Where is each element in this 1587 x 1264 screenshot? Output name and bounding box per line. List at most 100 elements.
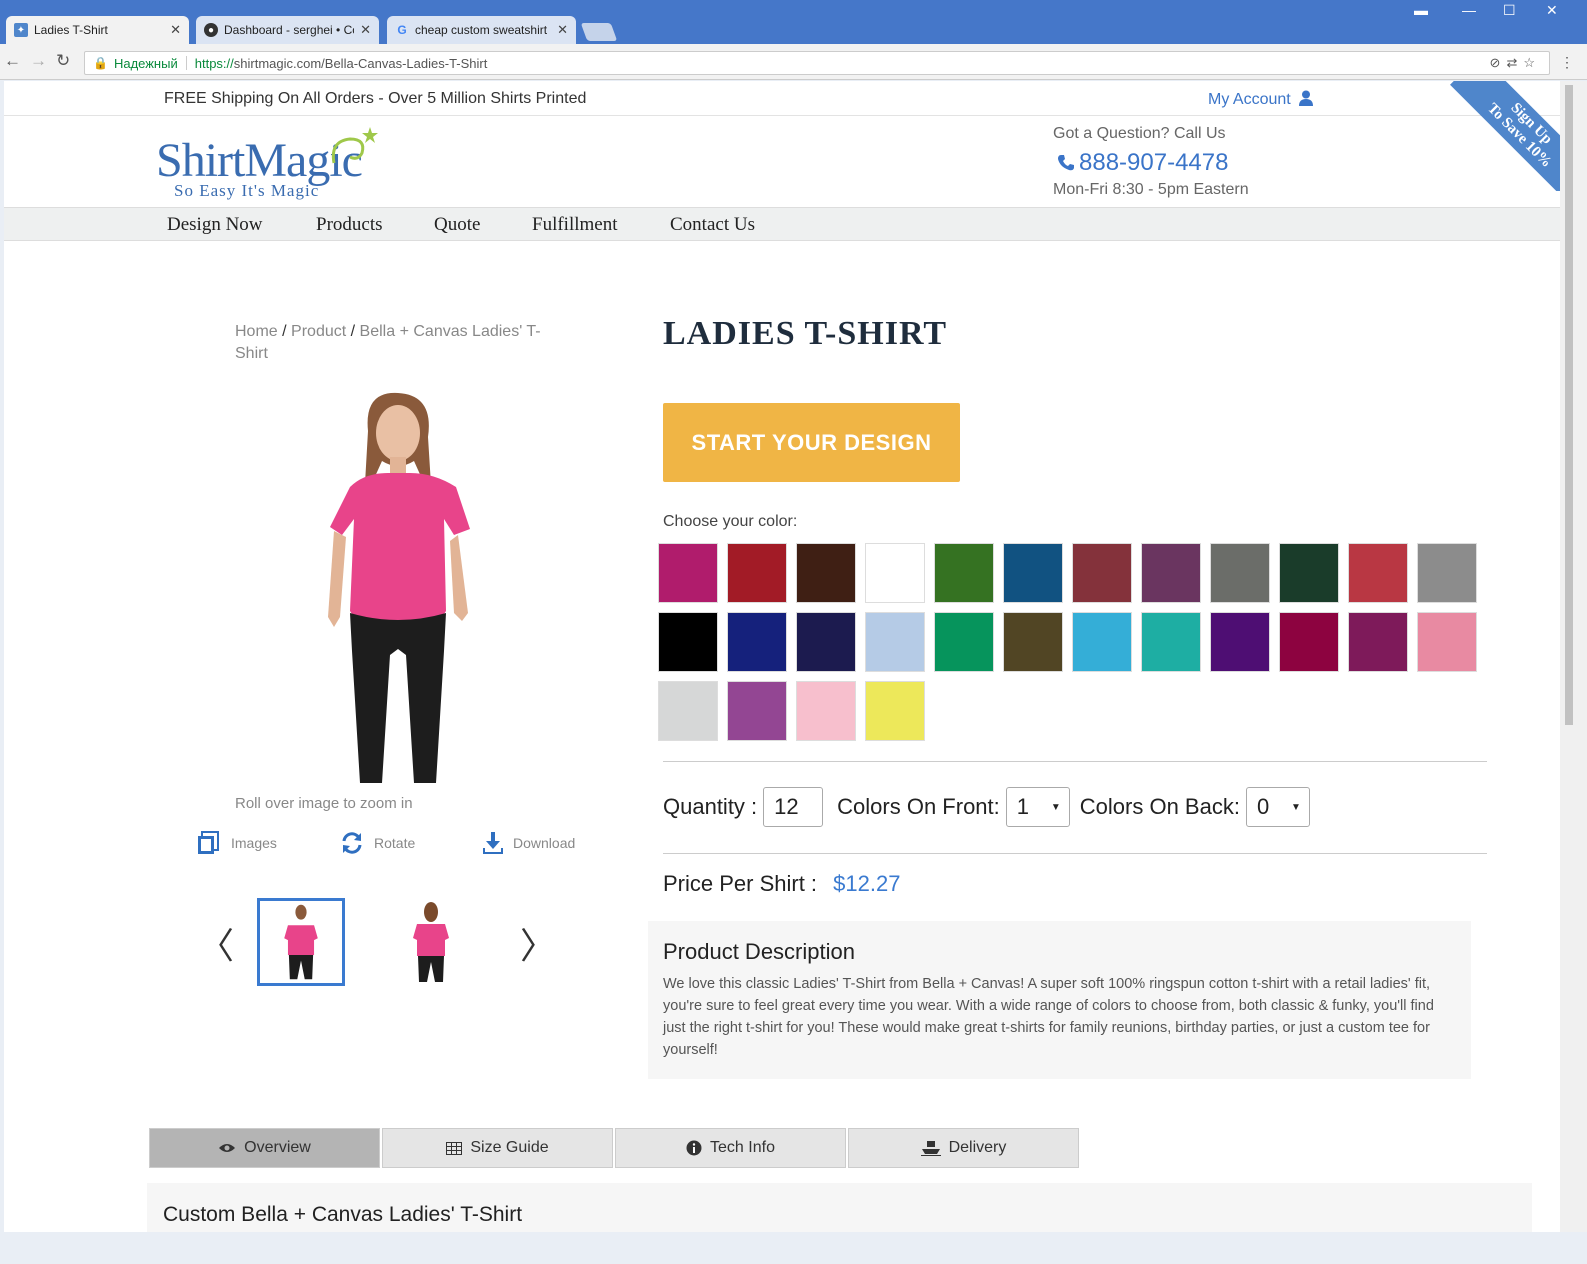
- close-tab-icon[interactable]: ✕: [557, 22, 568, 38]
- thumbnail-next-arrow[interactable]: 〉: [520, 917, 556, 969]
- color-swatch[interactable]: [1417, 543, 1477, 603]
- color-swatch[interactable]: [934, 612, 994, 672]
- signup-ribbon[interactable]: Sign Up To Save 10%: [1450, 81, 1560, 191]
- color-swatch[interactable]: [1348, 543, 1408, 603]
- breadcrumb-home[interactable]: Home: [235, 323, 278, 340]
- browser-tab-dashboard[interactable]: ● Dashboard - serghei • Co ✕: [196, 16, 379, 44]
- minimize-icon[interactable]: —: [1462, 2, 1476, 18]
- thumbnail-front[interactable]: [257, 898, 345, 986]
- breadcrumb-separator: /: [282, 323, 287, 340]
- color-swatch[interactable]: [796, 612, 856, 672]
- thumbnail-prev-arrow[interactable]: 〈: [198, 917, 234, 969]
- tab-size-guide[interactable]: Size Guide: [382, 1128, 613, 1168]
- color-swatch[interactable]: [1141, 612, 1201, 672]
- tab-overview-label: Overview: [244, 1139, 311, 1156]
- hours-text: Mon-Fri 8:30 - 5pm Eastern: [1053, 181, 1249, 198]
- back-arrow-icon[interactable]: ←: [4, 51, 21, 71]
- color-swatch[interactable]: [727, 543, 787, 603]
- top-strip: FREE Shipping On All Orders - Over 5 Mil…: [4, 81, 1560, 116]
- color-swatch[interactable]: [727, 681, 787, 741]
- images-icon: [198, 831, 219, 854]
- color-swatch[interactable]: [1072, 543, 1132, 603]
- color-swatch[interactable]: [727, 612, 787, 672]
- phone-number: 888-907-4478: [1079, 149, 1229, 176]
- dropdown-caret-icon: ▼: [1050, 801, 1061, 813]
- forward-arrow-icon[interactable]: →: [30, 51, 47, 71]
- nav-fulfillment[interactable]: Fulfillment: [532, 214, 618, 236]
- browser-titlebar: ✦ Ladies T-Shirt ✕ ● Dashboard - serghei…: [0, 0, 1587, 44]
- tab-overview[interactable]: Overview: [149, 1128, 380, 1168]
- maximize-icon[interactable]: ☐: [1503, 2, 1516, 19]
- color-swatch[interactable]: [1210, 612, 1270, 672]
- color-swatch[interactable]: [1003, 543, 1063, 603]
- color-swatch[interactable]: [934, 543, 994, 603]
- color-swatch[interactable]: [658, 612, 718, 672]
- color-swatch[interactable]: [796, 681, 856, 741]
- tab-tech-info[interactable]: Tech Info: [615, 1128, 846, 1168]
- signup-ribbon-band: Sign Up To Save 10%: [1450, 81, 1560, 191]
- color-swatch[interactable]: [1279, 612, 1339, 672]
- color-swatch[interactable]: [1141, 543, 1201, 603]
- color-swatch[interactable]: [1072, 612, 1132, 672]
- nav-design-now[interactable]: Design Now: [167, 214, 263, 236]
- images-tool[interactable]: Images: [197, 831, 277, 855]
- color-swatch[interactable]: [1210, 543, 1270, 603]
- color-swatch[interactable]: [1279, 543, 1339, 603]
- address-bar-icons[interactable]: ⊘⇄☆: [1490, 55, 1541, 71]
- browser-menu-icon[interactable]: ⋮: [1560, 54, 1574, 71]
- tab-size-guide-label: Size Guide: [470, 1139, 549, 1156]
- webpage: FREE Shipping On All Orders - Over 5 Mil…: [4, 81, 1560, 1232]
- page-scrollbar[interactable]: [1560, 81, 1587, 1232]
- colors-front-value: 1: [1016, 794, 1030, 819]
- close-tab-icon[interactable]: ✕: [360, 22, 371, 38]
- dashboard-favicon-icon: ●: [204, 23, 218, 37]
- quantity-input[interactable]: 12: [763, 787, 824, 827]
- browser-tab-ladies-tshirt[interactable]: ✦ Ladies T-Shirt ✕: [6, 16, 189, 44]
- color-swatch[interactable]: [865, 543, 925, 603]
- rotate-tool[interactable]: Rotate: [340, 831, 415, 855]
- product-image[interactable]: [294, 391, 494, 791]
- close-tab-icon[interactable]: ✕: [170, 22, 181, 38]
- choose-color-label: Choose your color:: [663, 513, 798, 530]
- thumbnail-back[interactable]: [387, 898, 475, 986]
- start-your-design-button[interactable]: START YOUR DESIGN: [663, 403, 960, 482]
- shirtmagic-logo[interactable]: ShirtMagic So Easy It's Magic: [156, 125, 386, 205]
- breadcrumb-current: Bella + Canvas Ladies' T-Shirt: [235, 323, 541, 362]
- google-favicon-icon: G: [397, 23, 407, 37]
- color-swatch[interactable]: [865, 681, 925, 741]
- quantity-row: Quantity : 12 Colors On Front: 1 ▼ Color…: [663, 787, 1320, 827]
- close-window-icon[interactable]: ✕: [1546, 2, 1558, 19]
- images-label: Images: [231, 835, 277, 851]
- color-swatch[interactable]: [658, 543, 718, 603]
- colors-front-select[interactable]: 1 ▼: [1005, 787, 1070, 827]
- browser-tab-google-search[interactable]: G cheap custom sweatshirt ✕: [387, 16, 576, 44]
- reload-icon[interactable]: ↻: [56, 51, 70, 71]
- color-swatch[interactable]: [796, 543, 856, 603]
- tab-delivery[interactable]: Delivery: [848, 1128, 1079, 1168]
- new-tab-button[interactable]: [580, 23, 618, 41]
- browser-tab-label: cheap custom sweatshirt: [415, 23, 548, 37]
- eye-icon: [218, 1142, 236, 1154]
- nav-contact-us[interactable]: Contact Us: [670, 214, 755, 236]
- rotate-icon: [342, 832, 362, 854]
- my-account-link[interactable]: My Account: [1208, 90, 1314, 109]
- colors-back-select[interactable]: 0 ▼: [1245, 787, 1310, 827]
- user-profile-icon[interactable]: ▬: [1414, 2, 1428, 18]
- download-icon: [483, 832, 503, 854]
- color-swatch[interactable]: [865, 612, 925, 672]
- address-bar[interactable]: 🔒 Надежный https:// shirtmagic.com/Bella…: [84, 51, 1550, 75]
- download-tool[interactable]: Download: [483, 831, 575, 855]
- divider: [663, 853, 1487, 854]
- scrollbar-thumb[interactable]: [1565, 85, 1573, 725]
- color-swatch[interactable]: [658, 681, 718, 741]
- shirtmagic-favicon-icon: ✦: [14, 23, 28, 37]
- color-swatch[interactable]: [1348, 612, 1408, 672]
- price-label: Price Per Shirt :: [663, 871, 818, 896]
- nav-products[interactable]: Products: [316, 214, 383, 236]
- breadcrumb-product[interactable]: Product: [291, 323, 346, 340]
- color-swatch[interactable]: [1417, 612, 1477, 672]
- quantity-label: Quantity :: [663, 794, 758, 819]
- nav-quote[interactable]: Quote: [434, 214, 480, 236]
- color-swatch[interactable]: [1003, 612, 1063, 672]
- phone-link[interactable]: 888-907-4478: [1057, 149, 1228, 177]
